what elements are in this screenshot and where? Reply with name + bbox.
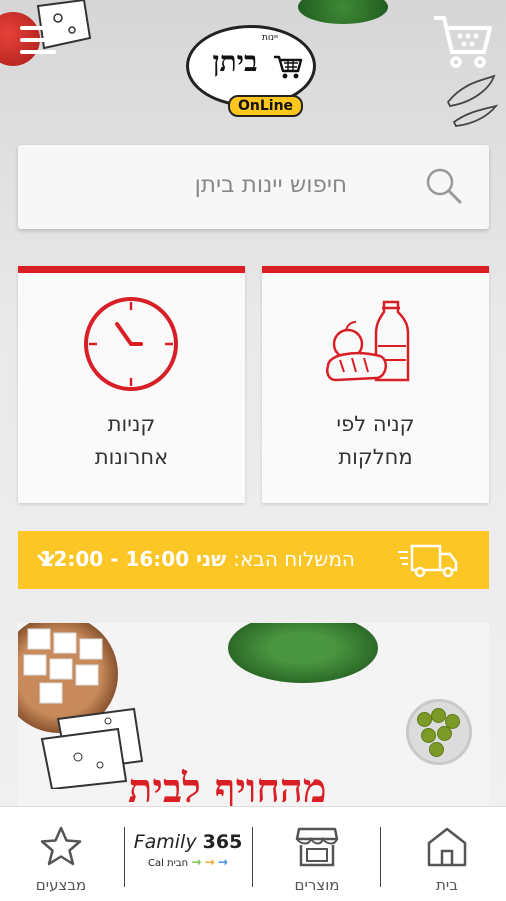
logo-cart-icon	[274, 55, 303, 79]
tile-label: קניות אחרונות	[94, 412, 169, 469]
delivery-truck-icon	[398, 544, 458, 578]
family-number-text: 365	[202, 831, 243, 853]
logo-small-text: יינות	[262, 33, 278, 43]
nav-home-label: בית	[436, 876, 458, 894]
arrow-icon: →	[217, 855, 228, 869]
bottom-navigation: בית מוצרים Family 365 Cal חבית → → → מבצ…	[0, 806, 506, 901]
delivery-text: המשלוח הבא: שני 16:00 - 12:00	[40, 547, 355, 571]
nav-deals[interactable]: מבצעים	[14, 807, 108, 901]
shopping-cart-icon[interactable]	[432, 14, 494, 70]
arrow-icon: →	[191, 855, 202, 869]
logo-main-text: ביתן	[212, 45, 258, 78]
family-brand-text: Family	[133, 831, 197, 853]
arrow-icon: →	[204, 855, 215, 869]
search-bar[interactable]: חיפוש יינות ביתן	[18, 145, 489, 229]
logo-online-badge: OnLine	[228, 95, 304, 117]
nav-divider	[380, 827, 381, 887]
hamburger-menu-icon[interactable]	[20, 26, 56, 54]
delivery-label: המשלוח הבא:	[233, 547, 355, 571]
clock-icon	[84, 297, 178, 391]
next-delivery-bar[interactable]: המשלוח הבא: שני 16:00 - 12:00	[18, 531, 489, 589]
olive-bowl-decoration	[406, 699, 472, 765]
home-icon	[427, 827, 467, 867]
search-icon	[426, 168, 462, 204]
family-sub-text: Cal חבית	[148, 858, 189, 869]
chevron-down-icon[interactable]	[36, 549, 56, 569]
app-logo: יינות ביתן OnLine	[186, 25, 320, 121]
nav-divider	[252, 827, 253, 887]
star-icon	[40, 826, 82, 866]
tile-recent-orders[interactable]: קניות אחרונות	[18, 266, 245, 503]
pepper-decoration	[446, 74, 499, 127]
nav-family-365[interactable]: Family 365 Cal חבית → → →	[128, 807, 250, 901]
groceries-icon	[326, 300, 410, 382]
store-icon	[295, 827, 339, 867]
nav-home[interactable]: בית	[400, 807, 494, 901]
search-input[interactable]: חיפוש יינות ביתן	[195, 172, 347, 198]
nav-products[interactable]: מוצרים	[270, 807, 364, 901]
nav-divider	[124, 827, 125, 887]
family-365-logo: Family 365 Cal חבית → → →	[128, 831, 248, 869]
promo-banner[interactable]: מהחויף לבית	[18, 623, 489, 813]
nav-deals-label: מבצעים	[35, 876, 87, 894]
tile-shop-by-department[interactable]: קניה לפי מחלקות	[262, 266, 489, 503]
banner-title: מהחויף לבית	[128, 765, 327, 812]
delivery-time: שני 16:00 - 12:00	[39, 547, 227, 571]
nav-products-label: מוצרים	[294, 876, 340, 894]
tile-label: קניה לפי מחלקות	[336, 412, 415, 469]
herb-decoration	[298, 0, 388, 24]
herb-decoration	[228, 623, 378, 683]
